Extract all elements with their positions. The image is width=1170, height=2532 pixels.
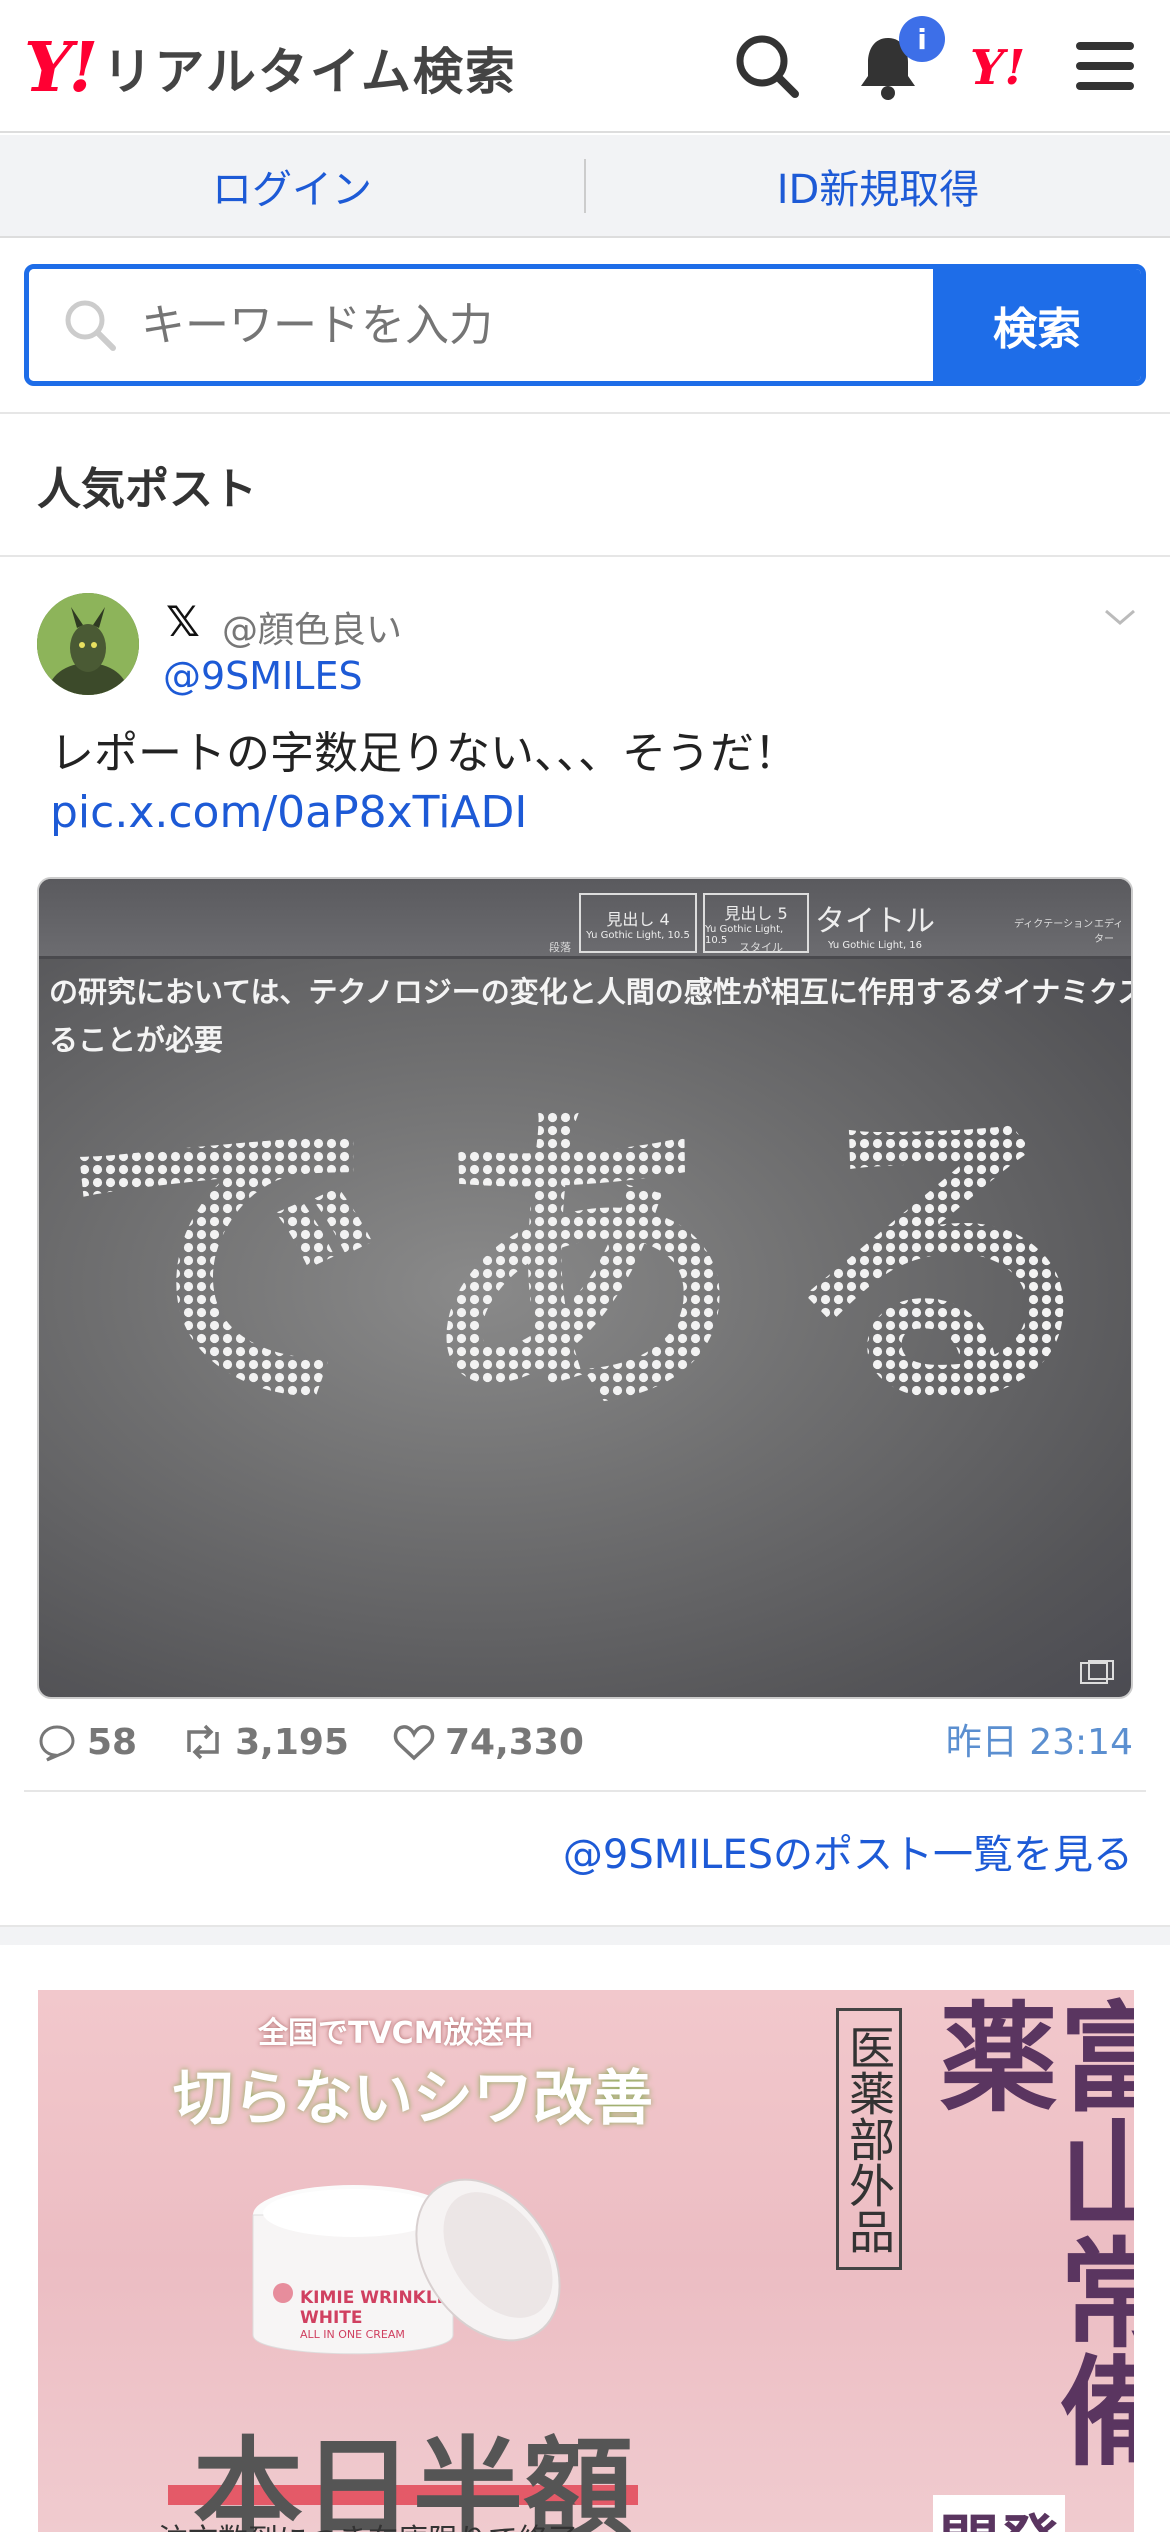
repost-icon bbox=[187, 1724, 219, 1760]
yahoo-logo-mark: Y! bbox=[24, 28, 98, 108]
ad-footer: 注文数到につき在庫限りで終了 bbox=[158, 2515, 578, 2532]
search-button[interactable]: 検索 bbox=[933, 269, 1141, 381]
document-line-2: ることが必要 bbox=[49, 1023, 224, 1057]
heart-icon bbox=[393, 1725, 435, 1761]
style-title: タイトル bbox=[815, 903, 935, 939]
reply-stat[interactable]: 58 bbox=[37, 1722, 137, 1763]
avatar[interactable] bbox=[37, 593, 139, 695]
cream-lid-image bbox=[415, 2178, 561, 2342]
style-title: 見出し 5 bbox=[724, 904, 788, 923]
divider bbox=[24, 1790, 1146, 1792]
search-icon[interactable] bbox=[731, 30, 803, 102]
ad-brand: 富山常備薬 bbox=[919, 1996, 1134, 2468]
x-logo-icon: 𝕏 bbox=[166, 597, 200, 646]
post-text: レポートの字数足りない、、、そうだ！ bbox=[50, 728, 798, 779]
ad-banner[interactable]: 全国でTVCM放送中 切らないシワ改善 医薬部外品 富山常備薬 開発 KIMIE… bbox=[38, 1990, 1134, 2532]
ad-offer: 本日半額 bbox=[193, 2425, 633, 2532]
section-title: 人気ポスト bbox=[37, 463, 257, 515]
menu-icon[interactable] bbox=[1070, 30, 1142, 102]
search-bar: 検索 bbox=[24, 264, 1146, 386]
style-title-box: タイトル Yu Gothic Light, 16 bbox=[815, 893, 935, 953]
style-title: 見出し 4 bbox=[606, 909, 670, 929]
yahoo-logo[interactable]: Y! リアルタイム検索 bbox=[24, 28, 517, 108]
chevron-down-icon[interactable] bbox=[1100, 597, 1140, 637]
svg-text:Y!: Y! bbox=[970, 40, 1025, 94]
service-title: リアルタイム検索 bbox=[102, 43, 517, 101]
reply-count: 58 bbox=[87, 1721, 138, 1763]
like-stat[interactable]: 74,330 bbox=[393, 1722, 584, 1763]
ad-brand-cut: 開発 bbox=[933, 2495, 1065, 2532]
repost-stat[interactable]: 3,195 bbox=[181, 1722, 349, 1763]
register-link[interactable]: ID新規取得 bbox=[586, 135, 1170, 236]
reply-icon bbox=[39, 1725, 75, 1762]
alt-badge-icon bbox=[1080, 1660, 1114, 1684]
style-sub: Yu Gothic Light, 10.5 bbox=[586, 929, 690, 941]
ad-tagline: 全国でTVCM放送中 bbox=[258, 2016, 534, 2051]
display-name[interactable]: @顔色良い bbox=[222, 601, 402, 653]
avatar-image bbox=[37, 593, 139, 695]
ad-quasi-drug-label: 医薬部外品 bbox=[836, 2008, 902, 2270]
style-heading4: 見出し 4 Yu Gothic Light, 10.5 bbox=[579, 893, 697, 953]
section-gap bbox=[0, 1925, 1170, 1945]
ad-product-sub: ALL IN ONE CREAM bbox=[300, 2328, 405, 2341]
post-image[interactable]: 見出し 4 Yu Gothic Light, 10.5 見出し 5 Yu Got… bbox=[37, 877, 1133, 1699]
post-time[interactable]: 昨日 23:14 bbox=[946, 1713, 1133, 1765]
document-line-1: の研究においては、テクノロジーの変化と人間の感性が相互に作用するダイナミクスを注… bbox=[49, 975, 1131, 1009]
toolbar-label: 段落 bbox=[549, 941, 571, 954]
yahoo-app-icon[interactable]: Y! bbox=[968, 38, 1044, 94]
toolbar-label: スタイル bbox=[739, 941, 783, 954]
login-link[interactable]: ログイン bbox=[0, 135, 584, 236]
dot-matrix-text: である bbox=[59, 1073, 1133, 1439]
more-posts-link[interactable]: @9SMILESのポスト一覧を見る bbox=[563, 1822, 1133, 1880]
post-media-link[interactable]: pic.x.com/0aP8xTiADI bbox=[50, 787, 527, 838]
like-count: 74,330 bbox=[444, 1721, 584, 1763]
toolbar-label: ディクテーション bbox=[1014, 919, 1094, 930]
section-header: 人気ポスト bbox=[0, 412, 1170, 557]
notification-badge: i bbox=[899, 16, 945, 62]
auth-bar: ログイン ID新規取得 bbox=[0, 135, 1170, 238]
search-icon bbox=[65, 300, 116, 351]
app-header: Y! リアルタイム検索 i Y! bbox=[0, 0, 1170, 133]
style-sub: Yu Gothic Light, 16 bbox=[827, 939, 923, 951]
toolbar-label: エディター bbox=[1094, 919, 1124, 945]
user-handle[interactable]: @9SMILES bbox=[163, 654, 363, 698]
word-toolbar: 見出し 4 Yu Gothic Light, 10.5 見出し 5 Yu Got… bbox=[39, 879, 1131, 959]
dot-text: である bbox=[59, 1073, 1133, 1439]
repost-count: 3,195 bbox=[235, 1721, 349, 1763]
search-input[interactable] bbox=[141, 299, 933, 351]
ad-headline: 切らないシワ改善 bbox=[173, 2064, 653, 2134]
search-field[interactable] bbox=[29, 269, 933, 381]
